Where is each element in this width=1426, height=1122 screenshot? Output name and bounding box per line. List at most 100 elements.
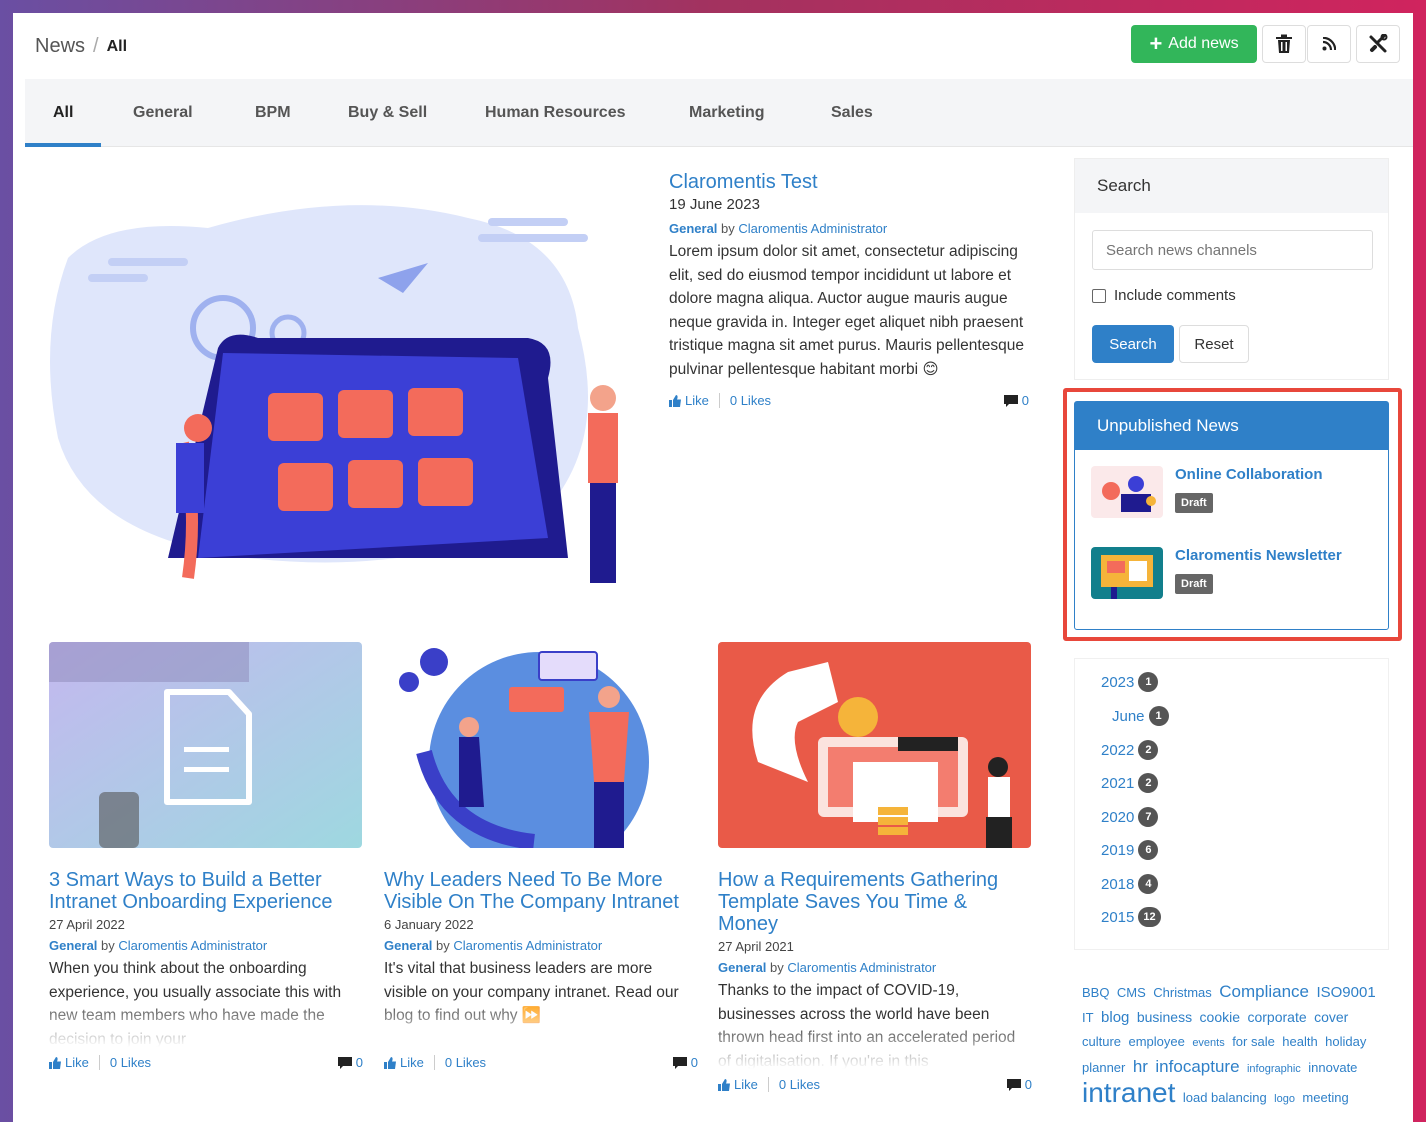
comments-count[interactable]: 0 bbox=[1006, 1077, 1032, 1092]
like-button[interactable]: Like bbox=[718, 1077, 769, 1092]
featured-article-title[interactable]: Claromentis Test bbox=[669, 171, 1029, 194]
news-card-title[interactable]: Why Leaders Need To Be More Visible On T… bbox=[384, 869, 698, 913]
rss-button[interactable] bbox=[1307, 25, 1351, 63]
author-link[interactable]: Claromentis Administrator bbox=[118, 938, 267, 953]
delete-button[interactable] bbox=[1262, 25, 1306, 63]
comments-number: 0 bbox=[690, 1055, 698, 1070]
include-comments-checkbox[interactable] bbox=[1092, 288, 1106, 303]
archive-year-2018[interactable]: 2018 4 bbox=[1101, 874, 1159, 894]
archive-year-2015[interactable]: 2015 12 bbox=[1101, 907, 1161, 927]
unpublished-item-thumbnail[interactable] bbox=[1091, 466, 1163, 518]
tag-link[interactable]: CMS bbox=[1117, 985, 1146, 1000]
likes-count[interactable]: 0 Likes bbox=[435, 1055, 486, 1070]
news-card-date: 27 April 2022 bbox=[49, 917, 125, 932]
tag-link[interactable]: employee bbox=[1128, 1034, 1184, 1049]
article-actions: Like 0 Likes 0 bbox=[384, 1055, 698, 1070]
tab-buy-sell[interactable]: Buy & Sell bbox=[348, 79, 427, 147]
author-link[interactable]: Claromentis Administrator bbox=[787, 960, 936, 975]
breadcrumb-root[interactable]: News bbox=[35, 35, 85, 58]
tag-link[interactable]: blog bbox=[1101, 1009, 1129, 1026]
unpublished-item-thumbnail[interactable] bbox=[1091, 547, 1163, 599]
comments-count[interactable]: 0 bbox=[672, 1055, 698, 1070]
likes-count[interactable]: 0 Likes bbox=[100, 1055, 151, 1070]
category-link[interactable]: General bbox=[669, 221, 717, 236]
tag-link[interactable]: health bbox=[1282, 1034, 1317, 1049]
tag-link[interactable]: business bbox=[1137, 1009, 1192, 1025]
tab-marketing[interactable]: Marketing bbox=[689, 79, 765, 147]
news-card-image[interactable] bbox=[384, 642, 697, 872]
tag-link[interactable]: innovate bbox=[1308, 1060, 1357, 1075]
comments-count[interactable]: 0 bbox=[1003, 393, 1029, 408]
tag-link[interactable]: hr bbox=[1133, 1057, 1148, 1076]
tag-link[interactable]: meeting bbox=[1302, 1090, 1348, 1105]
tag-link[interactable]: corporate bbox=[1247, 1009, 1306, 1025]
by-text: by bbox=[721, 221, 735, 236]
archive-label: 2022 bbox=[1101, 741, 1135, 759]
like-button[interactable]: Like bbox=[384, 1055, 435, 1070]
tag-link[interactable]: BBQ bbox=[1082, 985, 1109, 1000]
featured-article-image[interactable] bbox=[48, 178, 638, 598]
breadcrumb: News / All bbox=[35, 35, 127, 58]
add-news-button[interactable]: + Add news bbox=[1131, 25, 1257, 63]
news-card-excerpt: It's vital that business leaders are mor… bbox=[384, 957, 698, 1047]
tab-label: Buy & Sell bbox=[348, 104, 428, 121]
tag-link[interactable]: Christmas bbox=[1153, 985, 1212, 1000]
search-button[interactable]: Search bbox=[1092, 325, 1174, 363]
comments-count[interactable]: 0 bbox=[337, 1055, 363, 1070]
news-card-title[interactable]: How a Requirements Gathering Template Sa… bbox=[718, 869, 1032, 935]
thumbs-up-icon bbox=[669, 394, 681, 407]
plus-icon: + bbox=[1149, 31, 1163, 56]
comment-icon bbox=[672, 1056, 687, 1069]
author-link[interactable]: Claromentis Administrator bbox=[738, 221, 887, 236]
likes-count[interactable]: 0 Likes bbox=[769, 1077, 820, 1092]
admin-tools-button[interactable] bbox=[1356, 25, 1400, 63]
tag-link[interactable]: intranet bbox=[1082, 1077, 1175, 1108]
tag-link[interactable]: holiday bbox=[1325, 1034, 1366, 1049]
tag-link[interactable]: planner bbox=[1082, 1060, 1125, 1075]
tag-link[interactable]: infographic bbox=[1247, 1063, 1301, 1075]
archive-year-2023[interactable]: 2023 1 bbox=[1101, 672, 1159, 692]
like-button[interactable]: Like bbox=[49, 1055, 100, 1070]
unpublished-item-title[interactable]: Online Collaboration bbox=[1175, 466, 1323, 483]
news-card-image[interactable] bbox=[49, 642, 362, 848]
tag-link[interactable]: culture bbox=[1082, 1034, 1121, 1049]
category-link[interactable]: General bbox=[384, 938, 432, 953]
count-badge: 12 bbox=[1138, 907, 1161, 927]
tag-link[interactable]: ISO9001 bbox=[1316, 984, 1375, 1001]
archive-month-june[interactable]: June 1 bbox=[1112, 706, 1169, 726]
category-link[interactable]: General bbox=[718, 960, 766, 975]
news-card-title[interactable]: 3 Smart Ways to Build a Better Intranet … bbox=[49, 869, 363, 913]
archive-year-2022[interactable]: 2022 2 bbox=[1101, 740, 1159, 760]
archive-label: 2021 bbox=[1101, 774, 1135, 792]
category-link[interactable]: General bbox=[49, 938, 97, 953]
tab-sales[interactable]: Sales bbox=[831, 79, 873, 147]
reset-button[interactable]: Reset bbox=[1179, 325, 1249, 363]
featured-article-meta: General by Claromentis Administrator bbox=[669, 221, 1029, 236]
tag-link[interactable]: cookie bbox=[1200, 1009, 1240, 1025]
unpublished-item-title[interactable]: Claromentis Newsletter bbox=[1175, 547, 1342, 564]
like-label: Like bbox=[400, 1055, 424, 1070]
news-card-image[interactable] bbox=[718, 642, 1031, 848]
by-text: by bbox=[770, 960, 784, 975]
tag-link[interactable]: load balancing bbox=[1183, 1090, 1267, 1105]
tag-link[interactable]: IT bbox=[1082, 1010, 1094, 1025]
like-button[interactable]: Like bbox=[669, 393, 720, 408]
tag-link[interactable]: events bbox=[1192, 1037, 1224, 1049]
include-comments-label[interactable]: Include comments bbox=[1114, 287, 1236, 304]
tab-general[interactable]: General bbox=[133, 79, 193, 147]
archive-year-2020[interactable]: 2020 7 bbox=[1101, 807, 1159, 827]
likes-count[interactable]: 0 Likes bbox=[720, 393, 771, 408]
tab-human-resources[interactable]: Human Resources bbox=[485, 79, 626, 147]
search-input[interactable] bbox=[1092, 230, 1373, 270]
tab-bpm[interactable]: BPM bbox=[255, 79, 291, 147]
archive-year-2021[interactable]: 2021 2 bbox=[1101, 773, 1159, 793]
archive-year-2019[interactable]: 2019 6 bbox=[1101, 840, 1159, 860]
tag-link[interactable]: cover bbox=[1314, 1009, 1348, 1025]
unpublished-item: Online Collaboration Draft bbox=[1091, 466, 1323, 518]
tag-link[interactable]: Compliance bbox=[1219, 982, 1309, 1001]
tab-all[interactable]: All bbox=[53, 79, 73, 147]
tag-link[interactable]: for sale bbox=[1232, 1034, 1275, 1049]
tag-link[interactable]: logo bbox=[1274, 1093, 1295, 1105]
tag-link[interactable]: infocapture bbox=[1155, 1057, 1239, 1076]
author-link[interactable]: Claromentis Administrator bbox=[453, 938, 602, 953]
